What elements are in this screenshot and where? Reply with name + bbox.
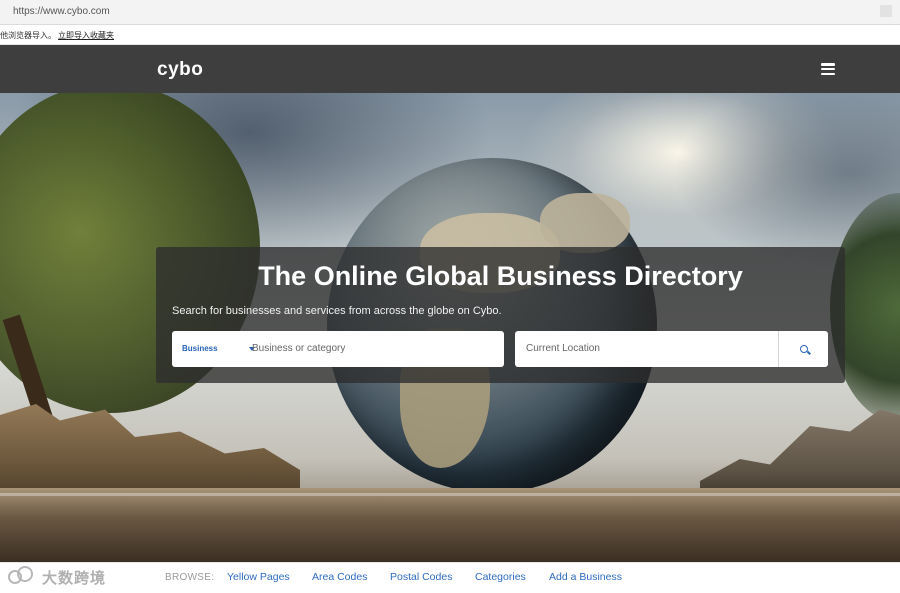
- hero-section: The Online Global Business Directory Sea…: [0, 93, 900, 562]
- hero-ground-edge: [0, 493, 900, 496]
- browse-link-yellow-pages[interactable]: Yellow Pages: [227, 571, 290, 583]
- hamburger-menu-icon[interactable]: [821, 63, 835, 76]
- search-panel: The Online Global Business Directory Sea…: [156, 247, 845, 383]
- browse-label: BROWSE:: [165, 572, 215, 583]
- import-notice-text: 他浏览器导入。: [0, 31, 56, 40]
- browse-link-area-codes[interactable]: Area Codes: [312, 571, 367, 583]
- hero-title: The Online Global Business Directory: [258, 261, 743, 291]
- browse-link-add-business[interactable]: Add a Business: [549, 571, 622, 583]
- globe-continent-asia: [540, 193, 630, 253]
- cybo-logo[interactable]: cybo: [157, 59, 203, 81]
- browser-action-icon[interactable]: [880, 5, 892, 17]
- watermark-text: 大数跨境: [42, 570, 107, 587]
- watermark: 大数跨境: [8, 564, 123, 588]
- browse-link-categories[interactable]: Categories: [475, 571, 526, 583]
- watermark-logo-icon: [8, 566, 33, 584]
- import-bookmarks-link[interactable]: 立即导入收藏夹: [58, 30, 114, 41]
- bookmark-import-bar: 他浏览器导入。 立即导入收藏夹: [0, 25, 900, 45]
- hero-ground: [0, 488, 900, 562]
- address-url[interactable]: https://www.cybo.com: [13, 6, 110, 17]
- site-header: cybo: [0, 45, 900, 93]
- hero-subtitle: Search for businesses and services from …: [172, 305, 502, 317]
- business-input[interactable]: Business or category: [252, 331, 345, 367]
- browse-link-postal-codes[interactable]: Postal Codes: [390, 571, 452, 583]
- search-button[interactable]: [778, 331, 829, 367]
- business-type-select[interactable]: Business: [182, 331, 218, 367]
- search-icon[interactable]: [800, 345, 808, 353]
- browse-bar: BROWSE: Yellow Pages Area Codes Postal C…: [0, 562, 900, 593]
- location-search-field: Current Location: [515, 331, 828, 367]
- location-input[interactable]: Current Location: [526, 331, 600, 367]
- browser-address-bar[interactable]: https://www.cybo.com: [0, 0, 900, 25]
- business-search-field: Business Business or category: [172, 331, 504, 367]
